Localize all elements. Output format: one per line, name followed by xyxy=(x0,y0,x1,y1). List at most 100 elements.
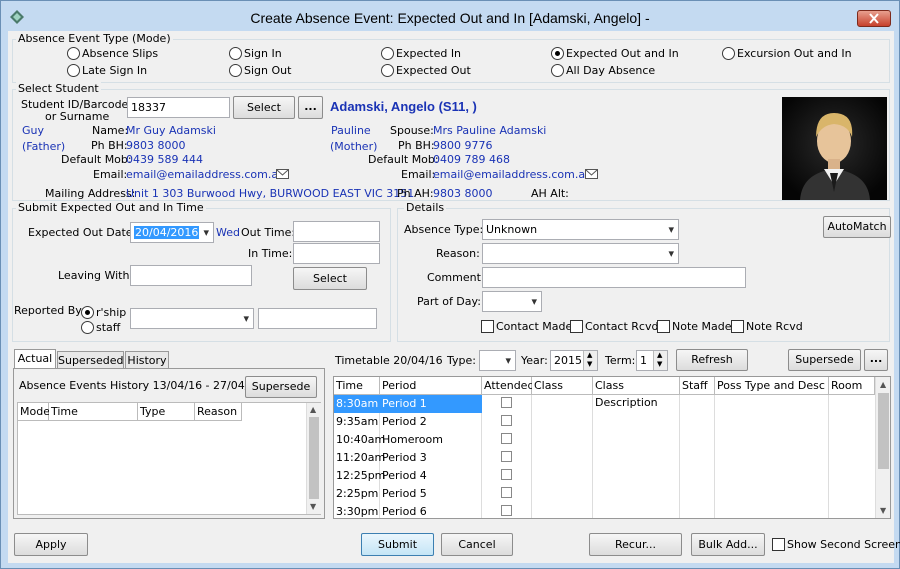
father-mob-label: Default Mob: xyxy=(61,153,132,166)
tt-supersede-button[interactable]: Supersede xyxy=(788,349,861,371)
father-phbh-label: Ph BH: xyxy=(91,139,128,152)
radio-label: Expected In xyxy=(396,47,462,60)
radio-excursion-out-and-in[interactable] xyxy=(722,47,735,60)
attended-checkbox[interactable] xyxy=(501,433,512,444)
out-date-label: Expected Out Date: xyxy=(28,226,137,239)
note-rcvd-checkbox[interactable] xyxy=(731,320,744,333)
spin-up-icon[interactable]: ▲ xyxy=(657,351,662,359)
mother-mob: 0409 789 468 xyxy=(433,153,510,166)
refresh-button[interactable]: Refresh xyxy=(676,349,748,371)
radio-label: All Day Absence xyxy=(566,64,656,77)
select-student-button[interactable]: Select xyxy=(233,96,295,119)
attended-checkbox[interactable] xyxy=(501,505,512,516)
student-more-button[interactable]: ... xyxy=(298,96,323,119)
term-spinner[interactable]: ▲ ▼ xyxy=(653,351,667,370)
tt-type-label: Type: xyxy=(447,354,476,367)
timetable-scrollbar[interactable]: ▲ ▼ xyxy=(875,377,890,518)
main-panel: Absence Event Type (Mode) Absence Slips … xyxy=(8,31,900,563)
radio-expected-in[interactable] xyxy=(381,47,394,60)
scroll-up-icon[interactable]: ▲ xyxy=(880,380,886,389)
mother-email[interactable]: email@emailaddress.com.au xyxy=(433,168,592,181)
bulk-add-button[interactable]: Bulk Add... xyxy=(691,533,765,556)
history-supersede-button[interactable]: Supersede xyxy=(245,376,317,398)
col-reason: Reason xyxy=(195,403,242,421)
staff-label: staff xyxy=(96,321,121,334)
table-row[interactable]: 8:30am Period 1 xyxy=(334,395,875,413)
scroll-thumb[interactable] xyxy=(878,393,889,469)
tab-actual[interactable]: Actual xyxy=(14,349,56,368)
out-day: Wed xyxy=(216,226,240,239)
father-email[interactable]: email@emailaddress.com.au xyxy=(126,168,285,181)
spin-down-icon[interactable]: ▼ xyxy=(657,360,662,368)
attended-checkbox[interactable] xyxy=(501,451,512,462)
tab-history[interactable]: History xyxy=(125,351,169,368)
reported-by-input[interactable] xyxy=(258,308,377,329)
note-rcvd-label: Note Rcvd xyxy=(746,320,803,333)
scroll-down-icon[interactable]: ▼ xyxy=(310,502,316,511)
timetable-title: Timetable 20/04/16 xyxy=(335,354,443,367)
part-of-day-select[interactable] xyxy=(482,291,542,312)
attended-checkbox[interactable] xyxy=(501,415,512,426)
father-email-icon[interactable] xyxy=(276,169,289,179)
col-mode: Mode xyxy=(18,403,50,421)
scroll-down-icon[interactable]: ▼ xyxy=(880,506,886,515)
tt-more-button[interactable]: ... xyxy=(864,349,888,371)
in-time-input[interactable] xyxy=(293,243,380,264)
note-made-checkbox[interactable] xyxy=(657,320,670,333)
student-surname-label: or Surname xyxy=(45,110,110,123)
spin-down-icon[interactable]: ▼ xyxy=(587,360,592,368)
radio-rship[interactable] xyxy=(81,306,94,319)
table-row[interactable]: 9:35am Period 2 xyxy=(334,413,875,431)
radio-label: Expected Out xyxy=(396,64,471,77)
radio-all-day-absence[interactable] xyxy=(551,64,564,77)
radio-expected-out[interactable] xyxy=(381,64,394,77)
radio-sign-out[interactable] xyxy=(229,64,242,77)
radio-late-sign-in[interactable] xyxy=(67,64,80,77)
tt-type-select[interactable] xyxy=(479,350,516,371)
year-spinner[interactable]: ▲ ▼ xyxy=(583,351,597,370)
mother-email-icon[interactable] xyxy=(585,169,598,179)
student-id-input[interactable]: 18337 xyxy=(127,97,230,118)
table-row[interactable]: 10:40am Homeroom xyxy=(334,431,875,449)
radio-label: Expected Out and In xyxy=(566,47,679,60)
show-second-screen-checkbox[interactable] xyxy=(772,538,785,551)
col-class-description: Class Description xyxy=(593,377,680,409)
table-row[interactable]: 11:20am Period 3 xyxy=(334,449,875,467)
comment-input[interactable] xyxy=(482,267,746,288)
reason-select[interactable] xyxy=(482,243,679,264)
table-row[interactable]: 12:25pm Period 4 xyxy=(334,467,875,485)
cancel-button[interactable]: Cancel xyxy=(441,533,513,556)
scroll-thumb[interactable] xyxy=(309,417,319,499)
history-scrollbar[interactable]: ▲ ▼ xyxy=(306,403,321,514)
close-button[interactable] xyxy=(857,10,891,27)
automatch-button[interactable]: AutoMatch xyxy=(823,216,891,238)
submit-button[interactable]: Submit xyxy=(361,533,434,556)
recur-button[interactable]: Recur... xyxy=(589,533,682,556)
attended-checkbox[interactable] xyxy=(501,469,512,480)
scroll-up-icon[interactable]: ▲ xyxy=(310,405,316,414)
absence-type-select[interactable]: Unknown xyxy=(482,219,679,240)
radio-expected-out-and-in[interactable] xyxy=(551,47,564,60)
radio-staff[interactable] xyxy=(81,321,94,334)
radio-absence-slips[interactable] xyxy=(67,47,80,60)
radio-sign-in[interactable] xyxy=(229,47,242,60)
mode-group-title: Absence Event Type (Mode) xyxy=(16,32,173,45)
out-date-picker[interactable]: 20/04/2016 xyxy=(130,222,214,243)
reported-by-select[interactable] xyxy=(130,308,254,329)
col-type: Type xyxy=(138,403,195,421)
leaving-select-button[interactable]: Select xyxy=(293,267,367,290)
table-row[interactable]: 3:30pm Period 6 xyxy=(334,503,875,518)
attended-checkbox[interactable] xyxy=(501,487,512,498)
apply-button[interactable]: Apply xyxy=(14,533,88,556)
father-email-label: Email: xyxy=(93,168,128,181)
out-time-input[interactable] xyxy=(293,221,380,242)
table-row[interactable]: 2:25pm Period 5 xyxy=(334,485,875,503)
attended-checkbox[interactable] xyxy=(501,397,512,408)
dialog-window: Create Absence Event: Expected Out and I… xyxy=(0,0,900,569)
contact-rcvd-checkbox[interactable] xyxy=(570,320,583,333)
spin-up-icon[interactable]: ▲ xyxy=(587,351,592,359)
leaving-with-input[interactable] xyxy=(130,265,252,286)
note-made-label: Note Made xyxy=(672,320,732,333)
tab-superseded[interactable]: Superseded xyxy=(57,351,124,368)
contact-made-checkbox[interactable] xyxy=(481,320,494,333)
